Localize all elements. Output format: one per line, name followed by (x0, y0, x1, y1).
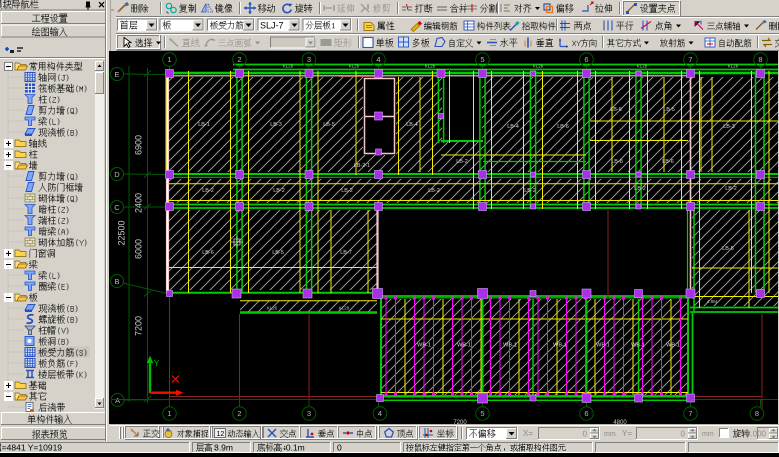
svg-text:4.8M: 4.8M (707, 299, 717, 304)
svg-text:6: 6 (584, 55, 588, 64)
svg-text:LB-2: LB-2 (428, 188, 440, 194)
svg-text:LB-2: LB-2 (524, 188, 536, 194)
svg-text:4: 4 (378, 409, 382, 418)
svg-text:5: 5 (480, 55, 484, 64)
svg-text:1: 1 (167, 55, 171, 64)
svg-text:LB-4: LB-4 (507, 124, 519, 130)
svg-text:mm: mm (702, 431, 714, 438)
svg-text:LB-5: LB-5 (663, 107, 675, 113)
svg-text:LB-2: LB-2 (202, 188, 214, 194)
svg-text:KL2b: KL2b (283, 64, 294, 69)
svg-text:3: 3 (307, 409, 311, 418)
svg-text:LB-2: LB-2 (456, 159, 468, 165)
svg-text:6: 6 (584, 409, 588, 418)
svg-text:LB-5: LB-5 (722, 246, 734, 252)
svg-text:WB-1: WB-1 (417, 343, 431, 349)
svg-text:7: 7 (688, 409, 692, 418)
svg-text:0: 0 (583, 430, 588, 439)
svg-text:D: D (114, 170, 120, 179)
svg-text:KL2b: KL2b (425, 64, 436, 69)
svg-text:LB-6: LB-6 (610, 107, 622, 113)
svg-text:KL2b: KL2b (637, 64, 648, 69)
svg-text:WB-1: WB-1 (553, 343, 567, 349)
svg-text:SLJ-7: SLJ-7 (260, 21, 284, 31)
svg-text:LB-2: LB-2 (273, 188, 285, 194)
svg-text:B: B (114, 277, 119, 286)
svg-text:7: 7 (688, 55, 692, 64)
svg-text:LB-1: LB-1 (198, 122, 210, 128)
svg-text:LB-6: LB-6 (202, 250, 214, 256)
svg-text:WB-1: WB-1 (666, 343, 680, 349)
svg-text:KL2b: KL2b (728, 64, 739, 69)
svg-text:WB-1: WB-1 (596, 343, 610, 349)
svg-text:Y=: Y= (622, 429, 632, 438)
svg-text:KL28: KL28 (339, 306, 350, 311)
svg-text:LB-4: LB-4 (406, 122, 418, 128)
svg-text:LB-6: LB-6 (662, 159, 674, 165)
svg-text:LB-8: LB-8 (611, 159, 623, 165)
svg-text:2: 2 (237, 409, 241, 418)
svg-text:KL2b: KL2b (349, 64, 360, 69)
svg-text:A: A (115, 396, 120, 405)
svg-text:1: 1 (167, 409, 171, 418)
svg-text:0: 0 (337, 443, 342, 453)
svg-text:3: 3 (307, 55, 311, 64)
svg-text:0: 0 (681, 430, 686, 439)
svg-text:LB-6: LB-6 (557, 124, 569, 130)
svg-text:LB-2-1: LB-2-1 (354, 163, 371, 169)
svg-text:E: E (114, 70, 119, 79)
svg-text:X=: X= (523, 429, 533, 438)
svg-text:C: C (114, 203, 120, 212)
svg-text:WB-1: WB-1 (457, 343, 471, 349)
svg-text:KL2b: KL2b (533, 64, 544, 69)
svg-text:8: 8 (758, 55, 762, 64)
svg-text:7200: 7200 (134, 316, 144, 336)
svg-text:LB-2: LB-2 (341, 188, 353, 194)
svg-text:12: 12 (217, 431, 225, 438)
svg-text:2: 2 (237, 55, 241, 64)
svg-text:6000: 6000 (134, 239, 144, 259)
svg-text:LB-5: LB-5 (272, 250, 284, 256)
svg-text:LB-2: LB-2 (725, 186, 737, 192)
svg-text:LB-3: LB-3 (723, 124, 735, 130)
svg-text:6900: 6900 (134, 135, 144, 155)
svg-text:3.9m: 3.9m (214, 443, 233, 453)
svg-text:8: 8 (755, 409, 759, 418)
svg-text:KL26: KL26 (267, 306, 278, 311)
svg-text:22500: 22500 (117, 220, 127, 245)
svg-text:Y: Y (154, 359, 160, 368)
svg-text:X=4841 Y=10919: X=4841 Y=10919 (0, 443, 62, 453)
svg-text:LB-7: LB-7 (340, 250, 352, 256)
svg-text:4: 4 (376, 55, 380, 64)
svg-text:2400: 2400 (134, 193, 144, 213)
svg-text:mm: mm (604, 431, 616, 438)
svg-text:LB-3: LB-3 (270, 122, 282, 128)
svg-text:WB-1: WB-1 (631, 343, 645, 349)
svg-text:-0.1m: -0.1m (283, 443, 305, 453)
svg-text:0.000: 0.000 (746, 430, 767, 439)
svg-text:LB-5: LB-5 (323, 122, 335, 128)
svg-text:5: 5 (480, 409, 484, 418)
svg-text:WB-1: WB-1 (503, 343, 517, 349)
svg-text:LB-2: LB-2 (634, 186, 646, 192)
